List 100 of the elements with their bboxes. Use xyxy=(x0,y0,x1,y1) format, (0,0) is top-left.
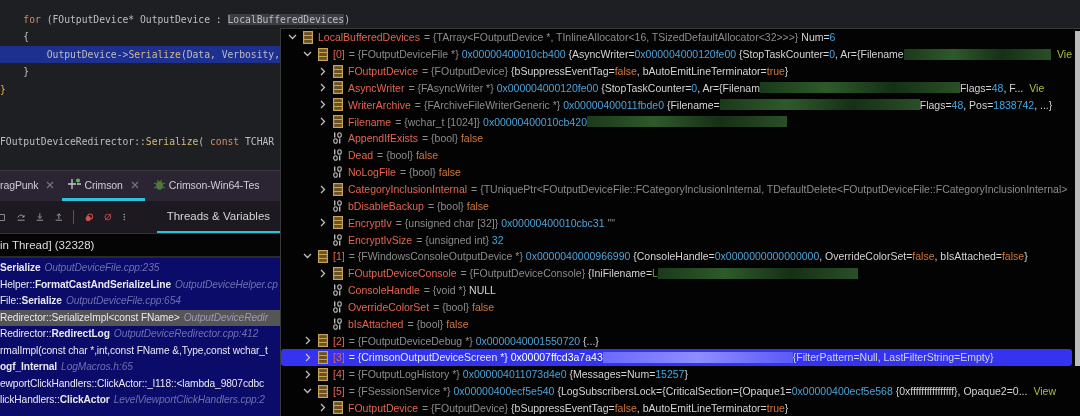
chevron-right-icon[interactable] xyxy=(319,268,326,278)
variable-name: ConsoleHandle xyxy=(348,284,420,297)
step-into-icon[interactable] xyxy=(36,211,44,223)
file-location: LevelViewportClickHandlers.cpp:2 xyxy=(113,393,265,407)
structure-icon xyxy=(318,350,328,364)
chevron-down-icon[interactable] xyxy=(303,388,312,395)
variable-name: WriterArchive xyxy=(348,98,411,111)
code-line: FOutputDeviceRedirector::Serialize( const TCHAR xyxy=(0,134,275,149)
variable-row[interactable]: FOutputDeviceConsole = {FOutputDeviceConsole} {IniFilename=L xyxy=(281,264,1072,282)
more-icon[interactable] xyxy=(123,211,126,223)
function-name: Serialize xyxy=(0,261,41,275)
chevron-right-icon[interactable] xyxy=(319,117,326,127)
variable-row[interactable]: EncryptIv = {unsigned char [32]} 0x00000400010cbc31 "" xyxy=(281,214,1072,232)
structure-icon xyxy=(333,216,343,230)
variable-name: LocalBufferedDevices xyxy=(318,31,420,44)
chevron-right-icon[interactable] xyxy=(319,184,326,194)
chevron-right-icon[interactable] xyxy=(319,83,326,93)
variable-value: = {bool} false xyxy=(427,199,489,212)
view-link[interactable]: Vie xyxy=(1057,48,1072,61)
variable-value: = {FOutputDevice} {bSuppressEventTag=false, bAutoEmitLineTerminator=true} xyxy=(422,65,789,78)
step-over-icon[interactable] xyxy=(16,211,26,223)
variable-row[interactable]: NoLogFile = {bool} false xyxy=(281,163,1072,181)
thread-selector[interactable]: in Thread] (32328) xyxy=(0,234,280,258)
structure-icon xyxy=(318,47,328,61)
view-link[interactable]: View xyxy=(1033,385,1056,398)
run-tab[interactable]: Crimson-Win64-Tes xyxy=(148,171,264,201)
variable-row[interactable]: [0] = {FOutputDeviceFile *} 0x00000400010cb400 {AsyncWriter=0x000004000120fe00 {StopTaskCounter=0, Ar={Filename Vie xyxy=(281,45,1072,63)
chevron-right-icon[interactable] xyxy=(319,403,326,413)
variable-name: [2] xyxy=(333,334,345,347)
variable-row[interactable]: FOutputDevice = {FOutputDevice} {bSuppressEventTag=false, bAutoEmitLineTerminator=true} xyxy=(281,62,1072,80)
chevron-right-icon[interactable] xyxy=(319,66,326,76)
binary-icon xyxy=(333,166,343,179)
scroll-bar[interactable] xyxy=(1075,31,1080,366)
stack-frame[interactable]: File::Serialize OutputDeviceFile.cpp:654 xyxy=(0,293,280,310)
variable-row[interactable]: [5] = {FSessionService *} 0x00000400ecf5e540 {LogSubscribersLock={CriticalSection={Opaque1=0x00000400ecf5e568 {0xffffffffffffffff}, Opaque2=0... View xyxy=(281,382,1072,400)
variable-value: = {FOutputDeviceFile *} 0x00000400010cb400 {AsyncWriter=0x000004000120fe00 {StopTaskCounter=0, Ar={Filename xyxy=(348,48,904,61)
chevron-right-icon[interactable] xyxy=(304,369,311,379)
chevron-down-icon[interactable] xyxy=(303,253,312,260)
variable-row[interactable]: [2] = {FOutputDeviceDebug *} 0x0000040001550720 {...} xyxy=(281,332,1072,350)
variable-row[interactable]: bIsAttached = {bool} false xyxy=(281,315,1072,333)
file-location: OutputDeviceRedirector.cpp:412 xyxy=(113,327,259,341)
variable-row[interactable]: AppendIfExists = {bool} false xyxy=(281,130,1072,147)
mute-breakpoints-icon[interactable] xyxy=(104,211,113,223)
stack-frame[interactable]: rmalImpl(const char *,int,const FName &,Type,const wchar_t xyxy=(0,342,280,359)
run-tab[interactable]: ragPunk xyxy=(0,171,59,201)
chevron-right-icon[interactable] xyxy=(319,100,326,110)
function-name: lickHandlers::ClickActor xyxy=(0,393,110,407)
variable-value: = {unsigned int} 32 xyxy=(416,233,504,246)
step-out-icon[interactable] xyxy=(54,211,63,223)
chevron-down-icon[interactable] xyxy=(303,51,312,58)
chevron-right-icon[interactable] xyxy=(319,218,326,228)
stack-frame[interactable]: Redirector::RedirectLog OutputDeviceRedirector.cpp:412 xyxy=(0,326,280,343)
variable-row[interactable]: LocalBufferedDevices = {TArray<FOutputDevice *, TInlineAllocator<16, TSizedDefaultAllocator<32>>>} Num=6 xyxy=(281,29,1072,46)
close-icon[interactable] xyxy=(46,180,55,189)
variable-name: Filename xyxy=(348,115,392,128)
variable-row[interactable]: AsyncWriter = {FAsyncWriter *} 0x000004000120fe00 {StopTaskCounter=0, Ar={Filenam Flags=48, F... Vie xyxy=(281,79,1072,97)
structure-icon xyxy=(333,266,343,280)
variable-row[interactable]: Dead = {bool} false xyxy=(281,146,1072,164)
variable-value: {FilterPattern=Null, LastFilterString=Empty} xyxy=(792,351,994,364)
variable-row[interactable]: CategoryInclusionInternal = {TUniquePtr<FOutputDeviceFile::FCategoryInclusionInternal, TDefaultDelete<FOutputDeviceFile::FCategoryInclusionInternal> xyxy=(281,180,1072,198)
binary-icon xyxy=(333,284,343,297)
variable-value: = {CrimsonOutputDeviceScreen *} 0x00007ffcd3a7a43 xyxy=(348,351,603,364)
variable-value: = {bool} false xyxy=(433,300,495,313)
variable-value: = {FAsyncWriter *} 0x000004000120fe00 {StopTaskCounter=0, Ar={Filenam xyxy=(408,81,760,94)
variable-row[interactable]: OverrideColorSet = {bool} false xyxy=(281,298,1072,316)
variable-value: = {bool} false xyxy=(422,132,484,145)
chevron-down-icon[interactable] xyxy=(288,34,297,41)
structure-icon xyxy=(333,81,343,95)
stack-frame[interactable]: lickHandlers::ClickActor LevelViewportClickHandlers.cpp:2 xyxy=(0,392,280,409)
structure-icon xyxy=(333,64,343,78)
structure-icon xyxy=(333,401,343,415)
variable-row[interactable]: ConsoleHandle = {void *} NULL xyxy=(281,281,1072,299)
variable-value: = {void *} NULL xyxy=(423,284,496,297)
variable-row[interactable]: [4] = {FOutputLogHistory *} 0x000004011073d4e0 {Messages=Num=15257} xyxy=(281,365,1072,383)
code-line: } xyxy=(0,82,6,97)
stack-frame[interactable]: ewportClickHandlers::ClickActor::_l118::<lambda_9807cdbc xyxy=(0,375,280,392)
stack-frame[interactable]: Serialize OutputDeviceFile.cpp:235 xyxy=(0,260,280,277)
variable-name: AsyncWriter xyxy=(348,81,405,94)
stack-frame[interactable]: ogf_Internal LogMacros.h:65 xyxy=(0,359,280,376)
variable-row[interactable]: Filename = {wchar_t [1024]} 0x00000400010cb420 xyxy=(281,113,1072,131)
structure-icon xyxy=(333,182,343,196)
stack-frame[interactable]: Helper::FormatCastAndSerializeLine OutputDeviceHelper.cp xyxy=(0,276,280,293)
variable-row[interactable]: WriterArchive = {FArchiveFileWriterGeneric *} 0x00000400011fbde0 {Filename= Flags=48, Pos=1838742, ...} xyxy=(281,96,1072,114)
chevron-right-icon[interactable] xyxy=(304,336,311,346)
stop-icon[interactable] xyxy=(0,211,6,223)
stack-frame[interactable]: Redirector::SerializeImpl<const FName> OutputDeviceRedir xyxy=(0,309,280,326)
view-link[interactable]: Vie xyxy=(1029,81,1045,94)
close-icon[interactable] xyxy=(130,180,139,189)
variable-value: = {bool} false xyxy=(407,317,469,330)
structure-icon xyxy=(303,30,313,44)
variable-value: = {FWindowsConsoleOutputDevice *} 0x0000040000966990 {ConsoleHandle=0x0000000000000000, OverrideColorSet=false, bIsAttached=false} xyxy=(348,250,1028,263)
breakpoints-icon[interactable] xyxy=(85,210,94,224)
structure-icon xyxy=(318,249,328,263)
structure-icon xyxy=(333,98,343,112)
structure-icon xyxy=(318,384,328,398)
variable-row[interactable]: [3] = {CrimsonOutputDeviceScreen *} 0x00007ffcd3a7a43 {FilterPattern=Null, LastFilterString=Empty} xyxy=(281,349,1072,366)
variable-row[interactable]: [1] = {FWindowsConsoleOutputDevice *} 0x0000040000966990 {ConsoleHandle=0x0000000000000000, OverrideColorSet=false, bIsAttached=false} xyxy=(281,247,1072,265)
variable-row[interactable]: EncryptIvSize = {unsigned int} 32 xyxy=(281,231,1072,248)
variable-row[interactable]: FOutputDevice = {FOutputDevice} {bSuppressEventTag=false, bAutoEmitLineTerminator=true} xyxy=(281,399,1072,416)
variable-row[interactable]: bDisableBackup = {bool} false xyxy=(281,197,1072,215)
